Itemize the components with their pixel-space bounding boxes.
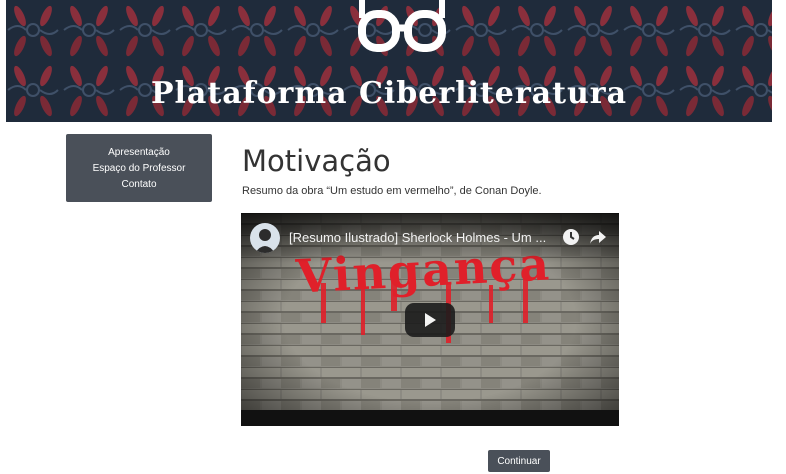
play-icon [425, 313, 436, 327]
menu-item-apresentacao[interactable]: Apresentação [108, 147, 170, 158]
side-menu: Apresentação Espaço do Professor Contato [66, 134, 212, 202]
menu-item-contato[interactable]: Contato [121, 179, 156, 190]
menu-item-espaco-professor[interactable]: Espaço do Professor [93, 163, 186, 174]
video-title[interactable]: [Resumo Ilustrado] Sherlock Holmes - Um … [289, 230, 546, 245]
continue-button[interactable]: Continuar [488, 450, 550, 472]
watch-later-icon[interactable] [561, 227, 581, 247]
play-button[interactable] [405, 303, 455, 337]
glasses-icon [358, 0, 446, 52]
video-bottom-bar [241, 410, 619, 426]
video-player[interactable]: Vingança [Resumo Ilustrado] Sherlock Hol… [241, 213, 619, 426]
share-icon[interactable] [588, 227, 608, 247]
header-banner: Plataforma Ciberliteratura [6, 0, 772, 122]
page-description: Resumo da obra “Um estudo em vermelho”, … [242, 185, 542, 197]
channel-avatar[interactable] [250, 223, 280, 253]
page-title: Motivação [242, 144, 391, 178]
site-title: Plataforma Ciberliteratura [150, 76, 628, 111]
